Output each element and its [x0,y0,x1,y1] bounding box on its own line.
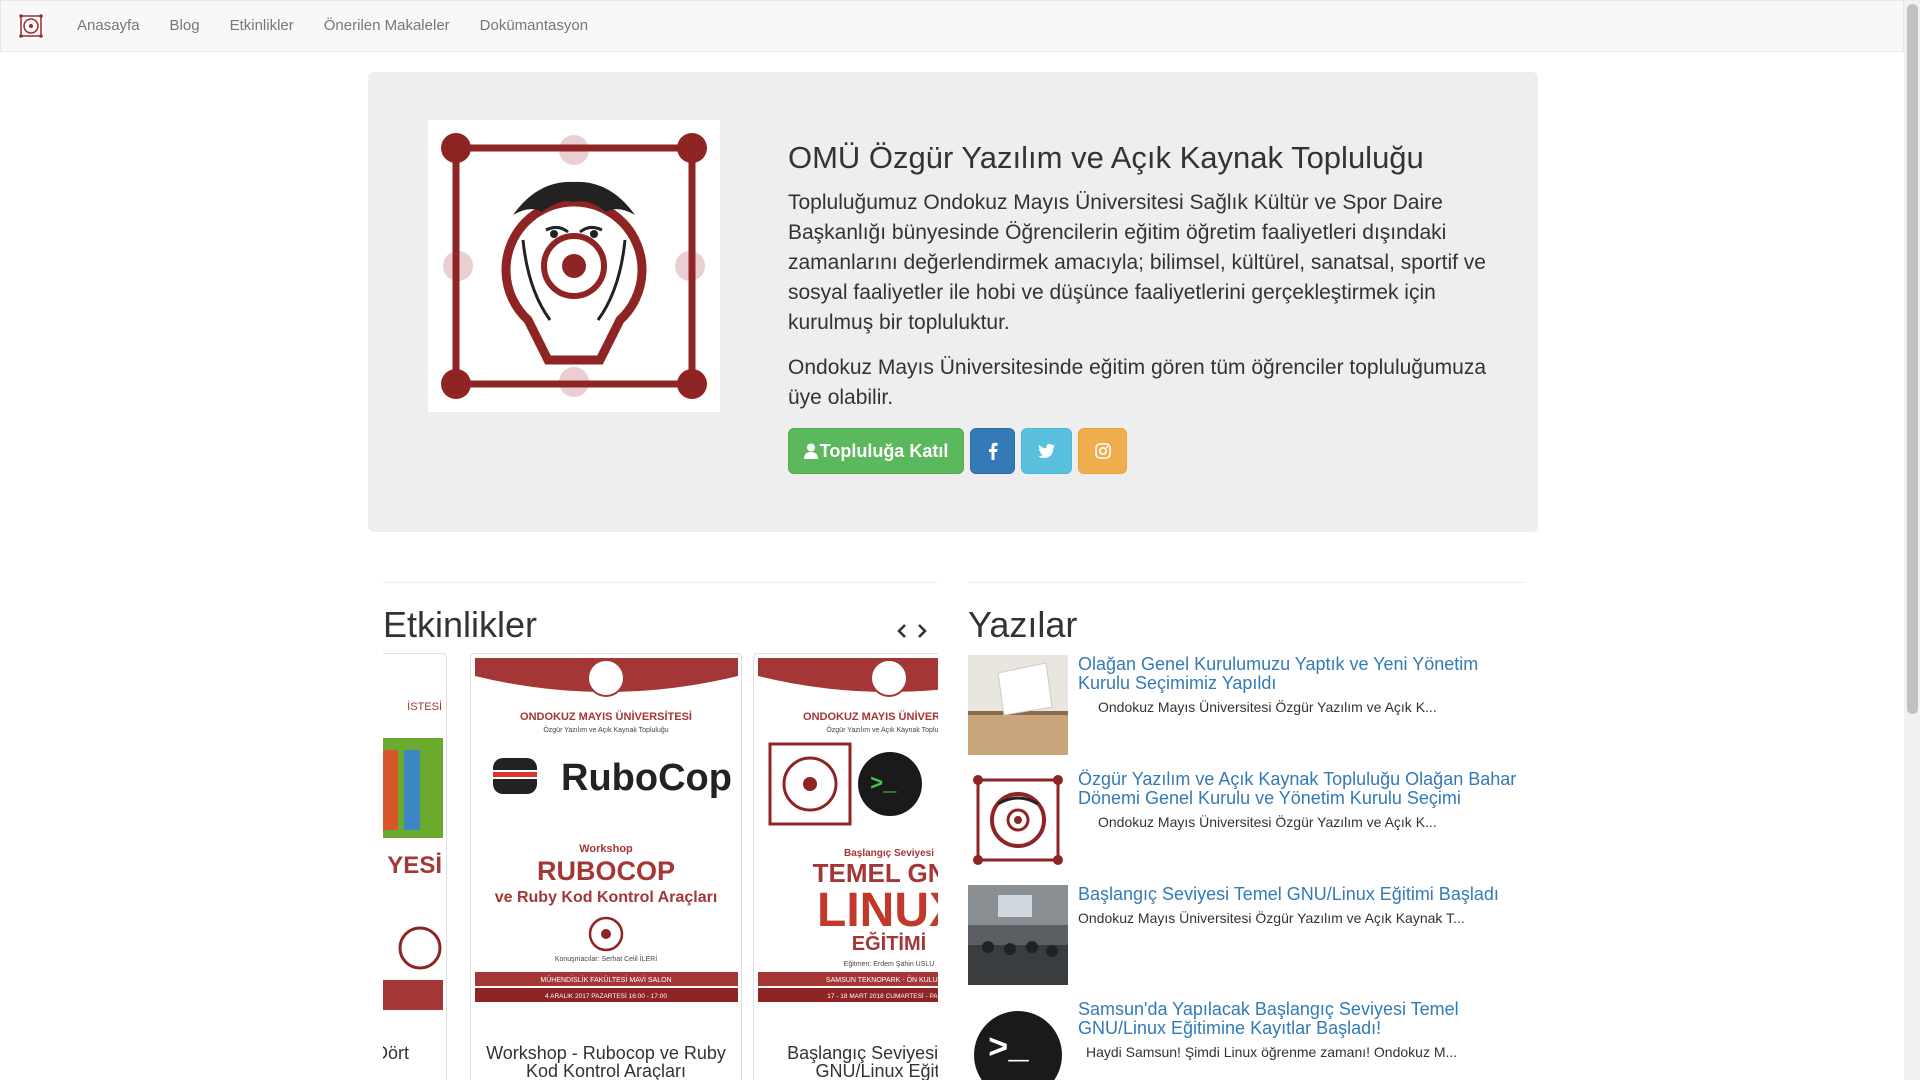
hero-title: OMÜ Özgür Yazılım ve Açık Kaynak Toplulu… [788,140,1424,175]
omu-logo-image[interactable] [968,770,1068,870]
events-heading: Etkinlikler [383,604,538,645]
post-excerpt: Ondokuz Mayıs Üniversitesi Özgür Yazılım… [1078,910,1465,926]
rubocop-event-poster-image: ONDOKUZ MAYIS ÜNİVERSİTESİ Özgür Yazılım… [475,658,738,1013]
post-excerpt: Haydi Samsun! Şimdi Linux öğrenme zamanı… [1086,1044,1458,1060]
svg-text:LINUX: LINUX [817,884,938,937]
nav-home[interactable]: Anasayfa [61,0,155,52]
svg-text:İSTESİ: İSTESİ [407,700,442,713]
svg-text:>_: >_ [870,772,897,797]
user-icon [803,443,818,459]
svg-text:ONDOKUZ MAYIS ÜNİVERSİTESİ: ONDOKUZ MAYIS ÜNİVERSİTESİ [803,710,938,723]
terminal-icon-image[interactable]: >_ [968,1000,1068,1080]
instagram-button[interactable] [1078,428,1127,474]
svg-text:>_: >_ [988,1031,1029,1069]
hero-jumbotron: OMÜ Özgür Yazılım ve Açık Kaynak Toplulu… [368,72,1538,532]
brand-logo-link[interactable] [1,0,61,52]
post-item: >_ Samsun'da Yapılacak Başlangıç Seviyes… [968,1000,1525,1080]
nav-blog[interactable]: Blog [155,0,215,52]
hero-description: Topluluğumuz Ondokuz Mayıs Üniversitesi … [788,191,1486,334]
event-card[interactable]: İSTESİ YESİ Dört [383,653,447,1080]
classroom-photo[interactable] [968,885,1068,985]
event-poster-image: İSTESİ YESİ [383,658,443,1013]
page-scrollbar-thumb[interactable] [1907,4,1918,714]
svg-text:Özgür Yazılım ve Açık Kaynak T: Özgür Yazılım ve Açık Kaynak Topluluğu [543,726,668,734]
svg-text:4 ARALIK 2017 PAZARTESİ 16:0: 4 ARALIK 2017 PAZARTESİ 16:00 - 17:00 [545,991,667,1000]
svg-text:Workshop: Workshop [579,843,633,855]
omu-logo-icon [18,13,44,39]
event-card-caption: Dört [383,1043,409,1063]
hero-membership-note: Ondokuz Mayıs Üniversitesinde eğitim gör… [788,356,1487,409]
svg-text:SAMSUN TEKNOPARK - ÖN KULUÇKA: SAMSUN TEKNOPARK - ÖN KULUÇKA [826,976,938,984]
post-item: Özgür Yazılım ve Açık Kaynak Topluluğu O… [968,770,1525,870]
join-community-button[interactable]: Topluluğa Katıl [788,428,964,474]
facebook-button[interactable] [970,428,1015,474]
facebook-icon [988,442,998,460]
event-card-caption-linux: Başlangıç Seviyesi Temel GNU/Linux Eğiti… [787,1043,938,1080]
post-title-link[interactable]: Özgür Yazılım ve Açık Kaynak Topluluğu O… [1078,770,1523,808]
twitter-icon [1038,444,1055,458]
post-title-link[interactable]: Başlangıç Seviyesi Temel GNU/Linux Eğiti… [1078,885,1523,904]
instagram-icon [1094,443,1111,459]
svg-text:RUBOCOP: RUBOCOP [537,856,675,886]
nav-documentation[interactable]: Dokümantasyon [465,0,603,52]
nav-events[interactable]: Etkinlikler [215,0,309,52]
events-section: Etkinlikler İSTESİ YESİ Dört ONDOKUZ [383,582,938,1080]
event-card-rubocop[interactable]: ONDOKUZ MAYIS ÜNİVERSİTESİ Özgür Yazılım… [470,653,742,1080]
post-item: Olağan Genel Kurulumuzu Yaptık ve Yeni Y… [968,655,1525,755]
omu-community-logo-image [441,133,707,399]
twitter-button[interactable] [1021,428,1072,474]
post-excerpt: Ondokuz Mayıs Üniversitesi Özgür Yazılım… [1098,699,1437,715]
event-card-caption-rubocop: Workshop - Rubocop ve Ruby Kod Kontrol A… [486,1043,726,1080]
posts-section: Yazılar Olağan Genel Kurulumuzu Yaptık v… [968,582,1525,1080]
posts-heading: Yazılar [968,604,1078,645]
svg-text:Eğitmen: Erdem Şahin USLU: Eğitmen: Erdem Şahin USLU [844,961,935,968]
chevron-right-icon[interactable] [914,623,930,639]
post-title-link[interactable]: Olağan Genel Kurulumuzu Yaptık ve Yeni Y… [1078,655,1523,693]
svg-text:YESİ: YESİ [387,852,442,879]
post-item: Başlangıç Seviyesi Temel GNU/Linux Eğiti… [968,885,1525,985]
svg-text:17 - 18 MART 2018 CUMARTESİ -: 17 - 18 MART 2018 CUMARTESİ - PAZAR [827,991,938,1000]
linux-event-poster-image: ONDOKUZ MAYIS ÜNİVERSİTESİ Özgür Yazılım… [758,658,938,1013]
ballot-box-image[interactable] [968,655,1068,755]
svg-text:MÜHENDİSLİK FAKÜLTESİ MAVİ S: MÜHENDİSLİK FAKÜLTESİ MAVİ SALON [540,975,671,984]
svg-text:ve Ruby Kod Kontrol Araçları: ve Ruby Kod Kontrol Araçları [495,889,718,906]
svg-text:Konuşmacılar: Serhat Celil İLE: Konuşmacılar: Serhat Celil İLERİ [555,954,657,963]
svg-text:Özgür Yazılım ve Açık Kaynak T: Özgür Yazılım ve Açık Kaynak Topluluğu [826,726,938,734]
post-excerpt: Ondokuz Mayıs Üniversitesi Özgür Yazılım… [1098,814,1437,830]
post-title-link[interactable]: Samsun'da Yapılacak Başlangıç Seviyesi T… [1078,1000,1523,1038]
chevron-left-icon[interactable] [894,623,910,639]
event-card-linux[interactable]: ONDOKUZ MAYIS ÜNİVERSİTESİ Özgür Yazılım… [753,653,938,1080]
join-button-label: Topluluğa Katıl [819,440,949,461]
svg-text:RuboCop: RuboCop [561,757,732,799]
svg-text:EĞİTİMİ: EĞİTİMİ [852,931,926,955]
community-logo [428,120,720,412]
svg-text:ONDOKUZ MAYIS ÜNİVERSİTESİ: ONDOKUZ MAYIS ÜNİVERSİTESİ [520,710,692,723]
nav-recommended-articles[interactable]: Önerilen Makaleler [309,0,465,52]
top-navbar: Anasayfa Blog Etkinlikler Önerilen Makal… [0,0,1904,52]
